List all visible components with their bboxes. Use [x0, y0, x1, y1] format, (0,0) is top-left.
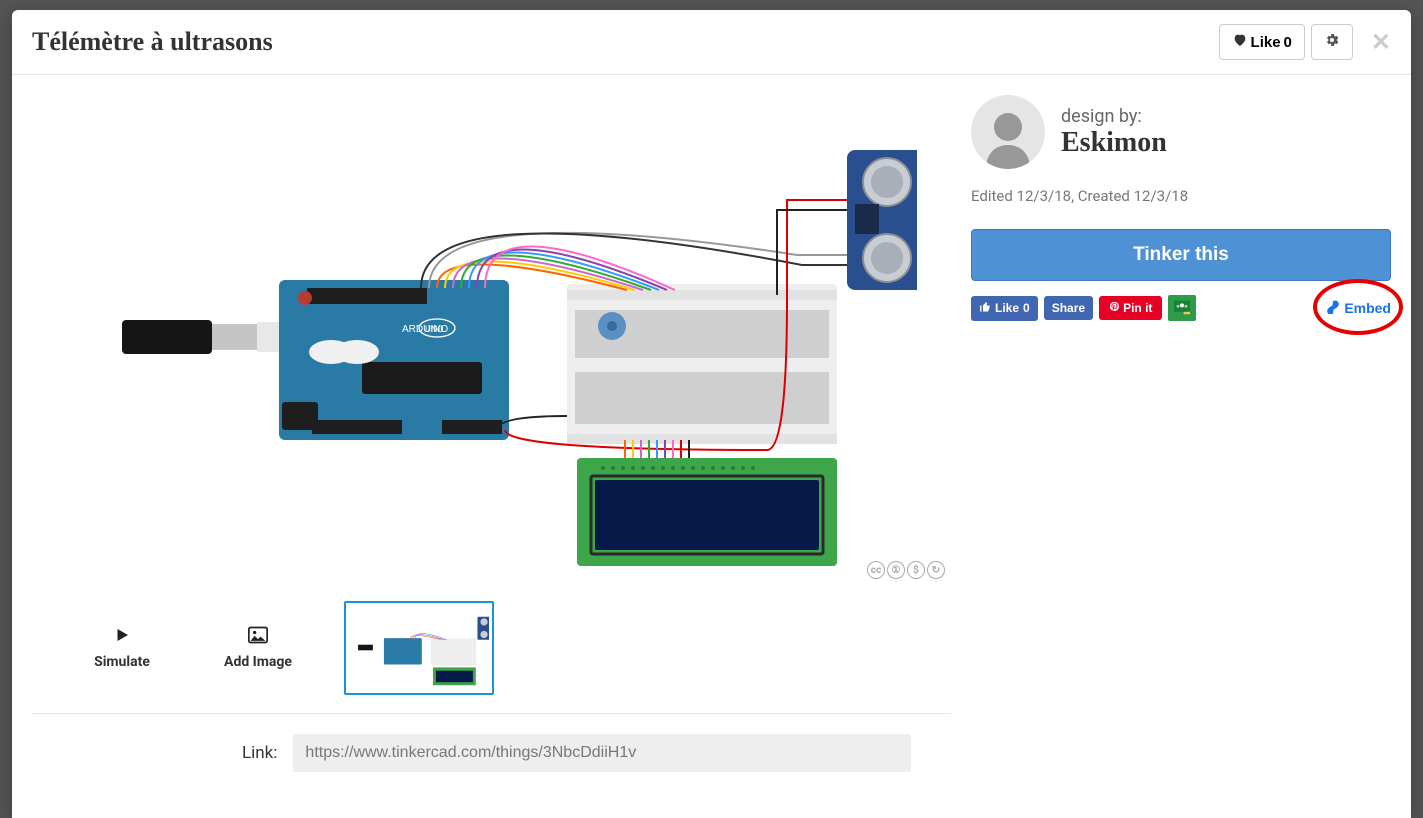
simulate-button[interactable]: Simulate — [72, 626, 172, 670]
circuit-illustration: ARDUINO UNO — [67, 100, 917, 580]
cc-nc-icon: $ — [907, 561, 925, 579]
add-image-label: Add Image — [224, 654, 292, 670]
add-image-button[interactable]: Add Image — [208, 626, 308, 670]
close-icon: ✕ — [1371, 29, 1391, 56]
author-section: design by: Eskimon — [971, 95, 1391, 169]
facebook-like-button[interactable]: Like 0 — [971, 296, 1038, 321]
svg-text:UNO: UNO — [425, 325, 443, 335]
embed-button[interactable]: Embed — [1326, 300, 1391, 317]
cc-by-icon: ① — [887, 561, 905, 579]
thumbs-up-icon — [979, 301, 991, 316]
avatar[interactable] — [971, 95, 1045, 169]
thumbnail-1[interactable] — [344, 601, 494, 695]
embed-label: Embed — [1344, 300, 1391, 316]
social-actions: Like 0 Share Pin it — [971, 295, 1391, 321]
circuit-preview: ARDUINO UNO — [32, 95, 951, 585]
facebook-share-button[interactable]: Share — [1044, 296, 1093, 320]
link-label: Link: — [242, 743, 277, 763]
author-name[interactable]: Eskimon — [1061, 127, 1167, 159]
meta-dates: Edited 12/3/18, Created 12/3/18 — [971, 187, 1391, 205]
pinterest-icon — [1109, 301, 1120, 315]
link-row: Link: — [32, 714, 951, 792]
tinker-this-button[interactable]: Tinker this — [971, 229, 1391, 281]
google-classroom-button[interactable] — [1168, 295, 1196, 321]
cc-icon: cc — [867, 561, 885, 579]
thumbnail-row: Simulate Add Image — [32, 585, 951, 714]
cc-license-icons: cc ① $ ↻ — [867, 561, 945, 579]
link-icon — [1326, 300, 1340, 317]
right-column: design by: Eskimon Edited 12/3/18, Creat… — [951, 95, 1391, 795]
close-button[interactable]: ✕ — [1371, 28, 1391, 57]
gear-icon — [1324, 35, 1340, 52]
modal-header: Télémètre à ultrasons Like 0 ✕ — [12, 10, 1411, 75]
play-icon — [113, 626, 131, 648]
cc-sa-icon: ↻ — [927, 561, 945, 579]
link-input[interactable] — [293, 734, 911, 772]
settings-button[interactable] — [1311, 24, 1353, 60]
design-modal: Télémètre à ultrasons Like 0 ✕ — [12, 10, 1411, 818]
heart-icon — [1232, 32, 1248, 52]
pin-label: Pin it — [1123, 301, 1152, 315]
like-label: Like — [1251, 34, 1281, 51]
fb-like-count: 0 — [1023, 301, 1030, 315]
like-button[interactable]: Like 0 — [1219, 24, 1305, 60]
design-by-label: design by: — [1061, 106, 1167, 127]
fb-like-label: Like — [995, 301, 1019, 315]
simulate-label: Simulate — [94, 654, 150, 670]
page-title: Télémètre à ultrasons — [32, 27, 1219, 57]
image-icon — [248, 626, 268, 648]
pinterest-button[interactable]: Pin it — [1099, 296, 1162, 320]
left-column: ARDUINO UNO — [32, 95, 951, 795]
classroom-icon — [1172, 299, 1192, 318]
modal-body: ARDUINO UNO — [12, 75, 1411, 815]
like-count: 0 — [1284, 34, 1292, 51]
